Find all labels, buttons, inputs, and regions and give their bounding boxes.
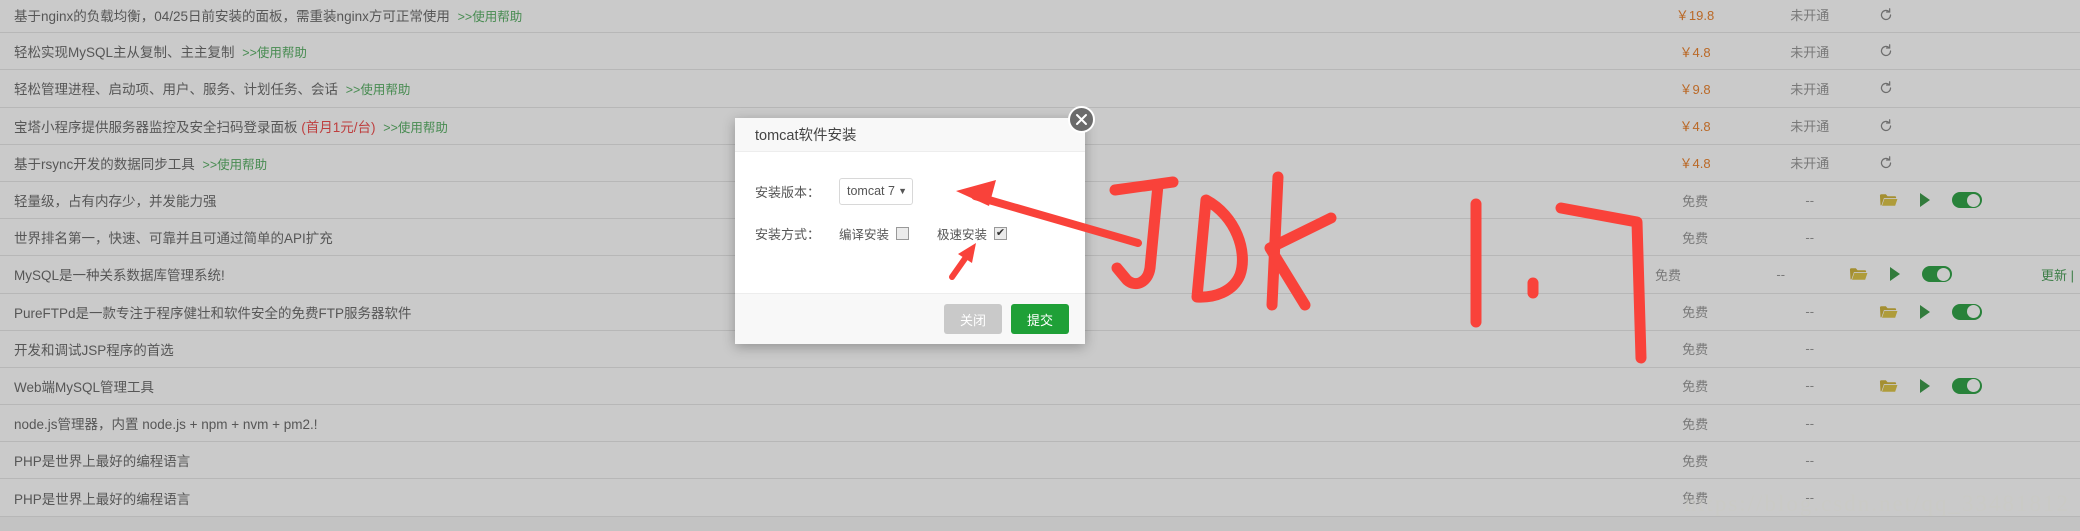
method-field-row: 安装方式： 编译安装 极速安装 ✔ (755, 216, 1085, 250)
version-select-value: tomcat 7 (847, 184, 895, 198)
close-x-glyph (1076, 114, 1087, 125)
option-compile-checkbox[interactable] (896, 226, 910, 240)
chevron-down-icon: ▼ (898, 186, 907, 196)
dialog-body: 安装版本： tomcat 7 ▼ 安装方式： 编译安装 极速安装 ✔ (735, 152, 1085, 293)
option-compile-label: 编译安装 (839, 227, 890, 242)
version-select[interactable]: tomcat 7 ▼ (839, 177, 913, 205)
option-fast-checkbox[interactable]: ✔ (994, 226, 1008, 240)
close-button[interactable]: 关闭 (943, 304, 1002, 334)
dialog-footer: 关闭 提交 (735, 293, 1085, 344)
version-field-row: 安装版本： tomcat 7 ▼ (755, 174, 1085, 208)
dialog-header: tomcat软件安装 (735, 118, 1085, 152)
option-fast-label: 极速安装 (937, 227, 988, 242)
option-compile-install[interactable]: 编译安装 (839, 224, 910, 243)
submit-button[interactable]: 提交 (1010, 304, 1069, 334)
close-icon[interactable] (1068, 106, 1095, 133)
tomcat-install-dialog: tomcat软件安装 安装版本： tomcat 7 ▼ 安装方式： 编译安装 极… (735, 118, 1085, 344)
option-fast-install[interactable]: 极速安装 ✔ (937, 224, 1008, 243)
method-label: 安装方式： (755, 226, 821, 242)
version-label: 安装版本： (755, 184, 821, 200)
dialog-title: tomcat软件安装 (755, 128, 857, 144)
